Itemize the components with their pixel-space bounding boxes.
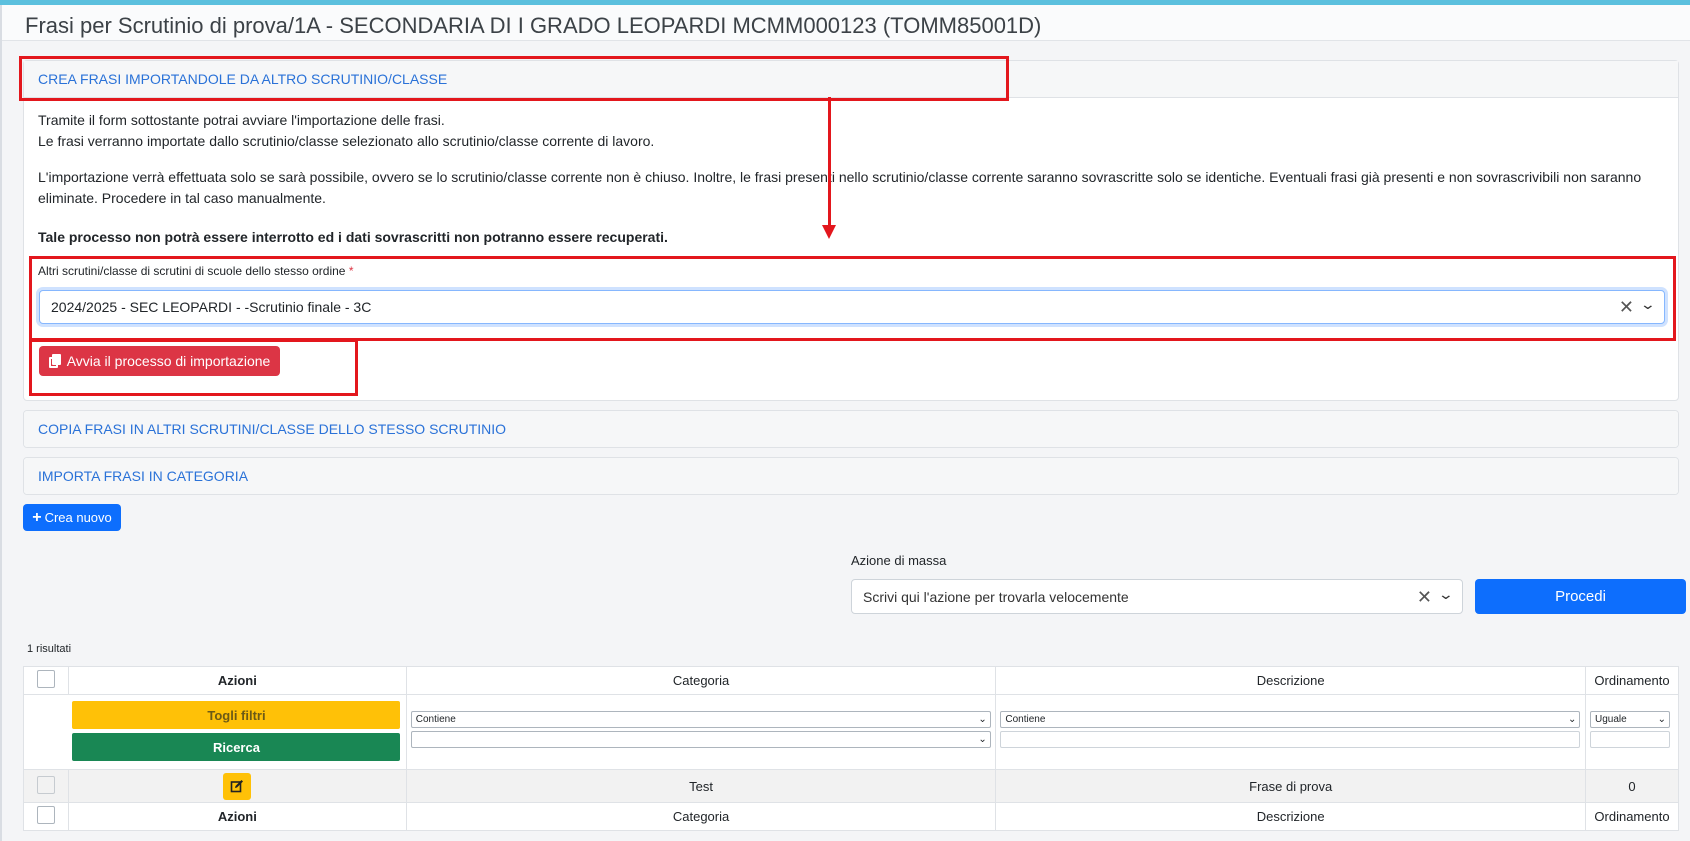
edit-icon bbox=[231, 780, 244, 793]
ordinamento-filter-operator-value: Uguale bbox=[1594, 714, 1627, 725]
descrizione-filter-input[interactable] bbox=[1000, 731, 1581, 748]
source-select-value: 2024/2025 - SEC LEOPARDI - -Scrutinio fi… bbox=[51, 299, 372, 315]
chevron-down-icon: ⌄ bbox=[978, 734, 987, 745]
header-ordinamento[interactable]: Ordinamento bbox=[1584, 666, 1680, 695]
edit-button[interactable] bbox=[223, 772, 252, 800]
copy-panel-header[interactable]: COPIA FRASI IN ALTRI SCRUTINI/CLASSE DEL… bbox=[24, 411, 1678, 447]
search-button[interactable]: Ricerca bbox=[72, 733, 401, 761]
page-title: Frasi per Scrutinio di prova/1A - SECOND… bbox=[25, 13, 1042, 38]
descrizione-filter-operator-value: Contiene bbox=[1005, 714, 1046, 725]
page-header: Frasi per Scrutinio di prova/1A - SECOND… bbox=[2, 5, 1690, 41]
results-count: 1 risultati bbox=[27, 643, 72, 655]
row-categoria: Test bbox=[405, 769, 997, 803]
row-actions-cell bbox=[67, 769, 407, 803]
mass-action-placeholder: Scrivi qui l'azione per trovarla velocem… bbox=[863, 589, 1129, 605]
import-panel-header[interactable]: CREA FRASI IMPORTANDOLE DA ALTRO SCRUTIN… bbox=[24, 61, 1678, 98]
import-panel: CREA FRASI IMPORTANDOLE DA ALTRO SCRUTIN… bbox=[23, 60, 1679, 401]
header-azioni: Azioni bbox=[67, 666, 407, 695]
import-info-text: L'importazione verrà effettuata solo se … bbox=[38, 169, 1642, 206]
row-descrizione: Frase di prova bbox=[995, 769, 1586, 803]
row-checkbox-cell bbox=[23, 769, 69, 803]
phrases-table: Azioni Categoria Descrizione Ordinamento… bbox=[23, 666, 1680, 831]
categoria-filter-value[interactable]: ⌄ bbox=[410, 731, 991, 748]
footer-ordinamento[interactable]: Ordinamento bbox=[1584, 802, 1680, 831]
footer-azioni: Azioni bbox=[67, 802, 407, 831]
footer-descrizione[interactable]: Descrizione bbox=[995, 802, 1586, 831]
categoria-filter-operator-value: Contiene bbox=[415, 714, 456, 725]
category-panel: IMPORTA FRASI IN CATEGORIA bbox=[23, 457, 1679, 495]
required-mark: * bbox=[348, 264, 354, 278]
copy-icon bbox=[48, 354, 62, 368]
table-footer-row: Azioni Categoria Descrizione Ordinamento bbox=[23, 802, 1680, 831]
intro-line-1: Tramite il form sottostante potrai avvia… bbox=[38, 112, 445, 128]
chevron-down-icon[interactable]: ⌄ bbox=[1438, 586, 1454, 603]
copy-panel: COPIA FRASI IN ALTRI SCRUTINI/CLASSE DEL… bbox=[23, 410, 1679, 448]
create-new-button[interactable]: + Crea nuovo bbox=[23, 504, 121, 531]
proceed-button[interactable]: Procedi bbox=[1475, 579, 1686, 614]
header-categoria[interactable]: Categoria bbox=[405, 666, 997, 695]
mass-action-label: Azione di massa bbox=[851, 553, 947, 568]
chevron-down-icon: ⌄ bbox=[1567, 714, 1577, 725]
annotation-arrow-line bbox=[828, 97, 831, 227]
select-all-checkbox[interactable] bbox=[36, 670, 55, 688]
select-all-cell bbox=[23, 666, 69, 695]
footer-categoria[interactable]: Categoria bbox=[405, 802, 997, 831]
mass-action-select[interactable]: Scrivi qui l'azione per trovarla velocem… bbox=[851, 579, 1463, 614]
footer-select-all-cell bbox=[23, 802, 69, 831]
filter-categoria-cell: Contiene ⌄ ⌄ bbox=[405, 694, 997, 770]
header-descrizione[interactable]: Descrizione bbox=[995, 666, 1586, 695]
source-select-label: Altri scrutini/classe di scrutini di scu… bbox=[38, 264, 353, 278]
clear-icon[interactable]: ✕ bbox=[1619, 297, 1634, 318]
intro-line-2: Le frasi verranno importate dallo scruti… bbox=[38, 133, 655, 149]
ordinamento-filter-input[interactable] bbox=[1589, 731, 1670, 748]
annotation-arrow-head bbox=[822, 225, 836, 239]
plus-icon: + bbox=[32, 508, 42, 526]
ordinamento-filter-operator[interactable]: Uguale ⌄ bbox=[1589, 711, 1670, 728]
filter-buttons-cell: Togli filtri Ricerca bbox=[68, 694, 407, 770]
clear-icon[interactable]: ✕ bbox=[1417, 587, 1432, 608]
source-select[interactable]: 2024/2025 - SEC LEOPARDI - -Scrutinio fi… bbox=[39, 290, 1665, 324]
descrizione-filter-operator[interactable]: Contiene ⌄ bbox=[1000, 711, 1581, 728]
source-select-label-text: Altri scrutini/classe di scrutini di scu… bbox=[38, 264, 346, 278]
left-border bbox=[0, 5, 2, 841]
chevron-down-icon: ⌄ bbox=[1657, 714, 1666, 725]
chevron-down-icon[interactable]: ⌄ bbox=[1640, 296, 1656, 313]
intro-text: Tramite il form sottostante potrai avvia… bbox=[38, 110, 654, 152]
row-checkbox[interactable] bbox=[36, 775, 55, 794]
table-filter-row: Togli filtri Ricerca Contiene ⌄ ⌄ Contie… bbox=[23, 694, 1680, 770]
category-panel-header[interactable]: IMPORTA FRASI IN CATEGORIA bbox=[24, 458, 1678, 494]
chevron-down-icon: ⌄ bbox=[978, 714, 987, 725]
clear-filters-button[interactable]: Togli filtri bbox=[72, 701, 401, 729]
filter-empty-cell bbox=[23, 694, 69, 770]
start-import-label: Avvia il processo di importazione bbox=[66, 353, 271, 369]
start-import-button[interactable]: Avvia il processo di importazione bbox=[39, 346, 280, 376]
categoria-filter-operator[interactable]: Contiene ⌄ bbox=[410, 711, 991, 728]
filter-descrizione-cell: Contiene ⌄ bbox=[995, 694, 1586, 770]
filter-ordinamento-cell: Uguale ⌄ bbox=[1584, 694, 1680, 770]
table-header-row: Azioni Categoria Descrizione Ordinamento bbox=[23, 666, 1680, 695]
row-ordinamento: 0 bbox=[1584, 769, 1680, 803]
import-warning-text: Tale processo non potrà essere interrott… bbox=[38, 229, 668, 245]
footer-select-all-checkbox[interactable] bbox=[36, 806, 55, 824]
create-new-label: Crea nuovo bbox=[44, 510, 112, 525]
table-row: Test Frase di prova 0 bbox=[23, 769, 1680, 803]
